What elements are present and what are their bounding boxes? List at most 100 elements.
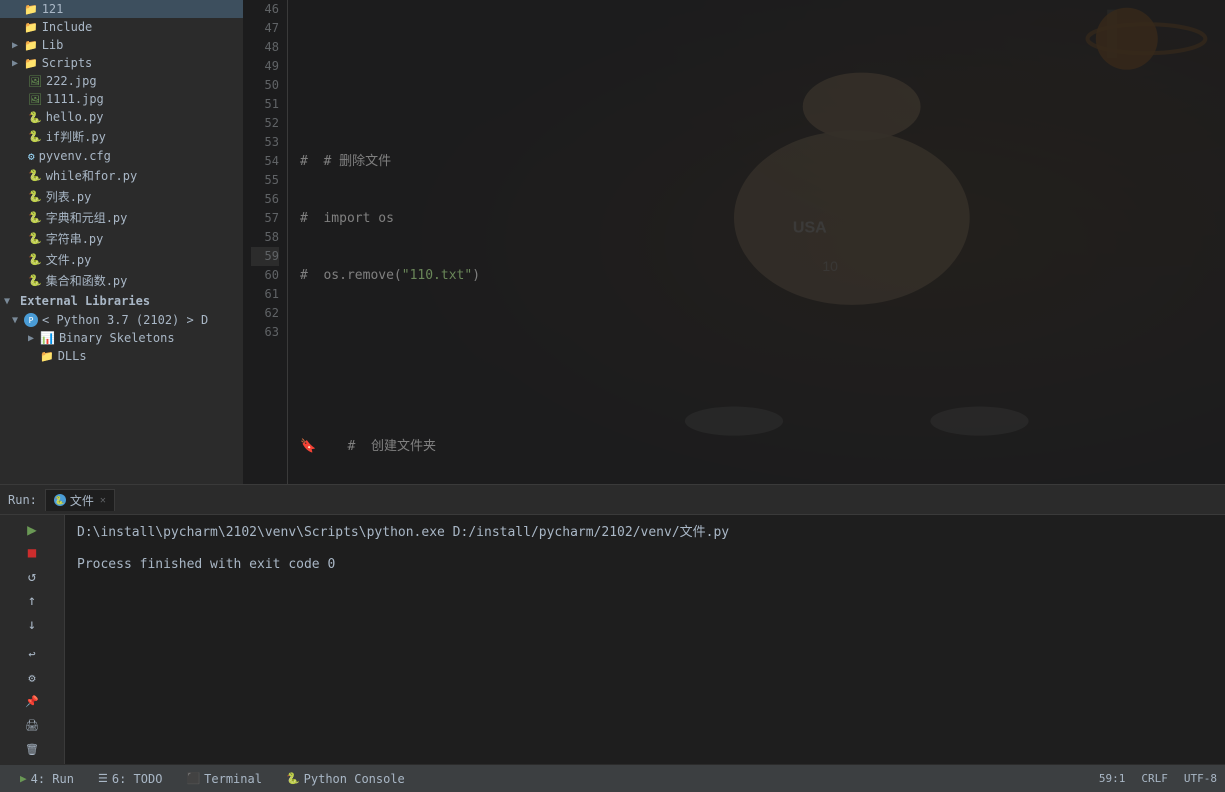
stop-button[interactable] [21, 543, 43, 563]
sidebar-item-while[interactable]: 🐍 while和for.py [0, 165, 243, 186]
sidebar-item-label: DLLs [58, 349, 87, 363]
status-tab-terminal-label: Terminal [204, 772, 262, 786]
stop-icon [28, 545, 36, 561]
up-icon: ↑ [28, 593, 36, 609]
arrow-icon [12, 315, 24, 326]
sidebar-item-dict[interactable]: 🐍 字典和元组.py [0, 207, 243, 228]
python-dot-icon: 🐍 [54, 494, 66, 506]
library-icon: 📊 [40, 331, 55, 345]
sidebar-item-label: 222.jpg [46, 74, 97, 88]
output-command-line: D:\install\pycharm\2102\venv\Scripts\pyt… [77, 523, 1213, 543]
py-icon: 🐍 [28, 211, 42, 224]
py-icon: 🐍 [28, 190, 42, 203]
sidebar-item-label: 字符串.py [46, 230, 104, 247]
todo-icon: ☰ [98, 772, 108, 785]
folder-icon: 📁 [24, 39, 38, 52]
encoding: UTF-8 [1184, 772, 1217, 785]
settings-icon: ⚙ [28, 671, 35, 685]
rerun-button[interactable]: ↺ [21, 567, 43, 587]
py-icon: 🐍 [28, 111, 42, 124]
sidebar-item-label: Include [42, 20, 93, 34]
sidebar-item-label: 集合和函数.py [46, 272, 128, 289]
arrow-icon [12, 58, 24, 69]
sidebar-item-pyvenv[interactable]: ⚙ pyvenv.cfg [0, 147, 243, 165]
close-tab-button[interactable]: ✕ [100, 495, 106, 506]
img-icon: 🖼 [28, 93, 42, 106]
sidebar-item-scripts[interactable]: 📁 Scripts [0, 54, 243, 72]
down-icon: ↓ [28, 617, 36, 633]
sidebar-item-label: Binary Skeletons [59, 331, 175, 345]
sidebar-item-label: hello.py [46, 110, 104, 124]
status-tab-run-label: 4: Run [31, 772, 74, 786]
sidebar-item-label: pyvenv.cfg [39, 149, 111, 163]
pin-icon: 📌 [25, 695, 39, 708]
run-tab-bar: Run: 🐍 文件 ✕ [0, 485, 1225, 515]
sidebar-item-121[interactable]: 📁 121 [0, 0, 243, 18]
scroll-down-button[interactable]: ↓ [21, 615, 43, 635]
img-icon: 🖼 [28, 75, 42, 88]
bottom-content: ↺ ↑ ↓ ↩ ⚙ 📌 🖨 🗑 [0, 515, 1225, 764]
print-button[interactable]: 🖨 [21, 716, 43, 736]
sidebar-item-label: if判断.py [46, 128, 106, 145]
clear-button[interactable]: 🗑 [21, 740, 43, 760]
status-tabs: ▶ 4: Run ☰ 6: TODO ⬛ Terminal 🐍 Python C… [8, 768, 417, 790]
status-tab-todo-label: 6: TODO [112, 772, 163, 786]
py-icon: 🐍 [28, 169, 42, 182]
arrow-icon [4, 296, 16, 307]
sidebar-item-1111jpg[interactable]: 🖼 1111.jpg [0, 90, 243, 108]
run-label: Run: [8, 493, 37, 507]
sidebar-item-include[interactable]: 📁 Include [0, 18, 243, 36]
run-tab-icon: ▶ [20, 772, 27, 785]
status-tab-terminal[interactable]: ⬛ Terminal [174, 768, 274, 790]
sidebar-item-str[interactable]: 🐍 字符串.py [0, 228, 243, 249]
run-toolbar: ↺ ↑ ↓ ↩ ⚙ 📌 🖨 🗑 [0, 515, 65, 764]
sidebar-item-222jpg[interactable]: 🖼 222.jpg [0, 72, 243, 90]
sidebar-item-list[interactable]: 🐍 列表.py [0, 186, 243, 207]
sidebar-item-hello[interactable]: 🐍 hello.py [0, 108, 243, 126]
run-tab-name: 文件 [70, 492, 94, 509]
status-tab-python-console[interactable]: 🐍 Python Console [274, 768, 417, 790]
sidebar-item-dlls[interactable]: 📁 DLLs [0, 347, 243, 365]
arrow-icon [28, 333, 40, 344]
scroll-up-button[interactable]: ↑ [21, 591, 43, 611]
cfg-icon: ⚙ [28, 150, 35, 163]
sidebar-item-binary-skeletons[interactable]: 📊 Binary Skeletons [0, 329, 243, 347]
status-right: 59:1 CRLF UTF-8 [1099, 772, 1217, 785]
trash-icon: 🗑 [25, 743, 39, 756]
wrap-button[interactable]: ↩ [21, 643, 43, 663]
run-icon [27, 520, 37, 539]
sidebar-item-lib[interactable]: 📁 Lib [0, 36, 243, 54]
pin-button[interactable]: 📌 [21, 692, 43, 712]
code-line-48: # # 删除文件 [300, 152, 1213, 171]
run-button[interactable] [21, 519, 43, 539]
status-bar: ▶ 4: Run ☰ 6: TODO ⬛ Terminal 🐍 Python C… [0, 764, 1225, 792]
cursor-position: 59:1 [1099, 772, 1126, 785]
output-result-line: Process finished with exit code 0 [77, 555, 1213, 575]
line-separator: CRLF [1141, 772, 1168, 785]
sidebar-item-label: 文件.py [46, 251, 92, 268]
sidebar-item-file[interactable]: 🐍 文件.py [0, 249, 243, 270]
bottom-panel: Run: 🐍 文件 ✕ ↺ ↑ ↓ ↩ [0, 484, 1225, 764]
external-libraries-header[interactable]: External Libraries [0, 291, 243, 311]
code-line-51 [300, 323, 1213, 342]
line-numbers: 46 47 48 49 50 51 52 53 54 55 56 57 58 5… [243, 0, 288, 484]
sidebar-item-label: 121 [42, 2, 64, 16]
status-tab-run[interactable]: ▶ 4: Run [8, 768, 86, 790]
run-tab[interactable]: 🐍 文件 ✕ [45, 489, 115, 511]
code-line-52 [300, 380, 1213, 399]
status-tab-todo[interactable]: ☰ 6: TODO [86, 768, 174, 790]
code-editor[interactable]: # # 删除文件 # import os # os.remove("110.tx… [288, 0, 1225, 484]
settings-button[interactable]: ⚙ [21, 668, 43, 688]
python-icon: P [24, 313, 38, 327]
sidebar-item-set[interactable]: 🐍 集合和函数.py [0, 270, 243, 291]
sidebar-item-label: 字典和元组.py [46, 209, 128, 226]
sidebar-item-python37[interactable]: P < Python 3.7 (2102) > D [0, 311, 243, 329]
py-icon: 🐍 [28, 274, 42, 287]
status-tab-python-console-label: Python Console [304, 772, 405, 786]
folder-icon: 📁 [40, 350, 54, 363]
sidebar-item-label: < Python 3.7 (2102) > D [42, 313, 208, 327]
sidebar-item-label: Lib [42, 38, 64, 52]
print-icon: 🖨 [25, 719, 39, 732]
sidebar-item-if[interactable]: 🐍 if判断.py [0, 126, 243, 147]
sidebar-item-label: while和for.py [46, 167, 137, 184]
